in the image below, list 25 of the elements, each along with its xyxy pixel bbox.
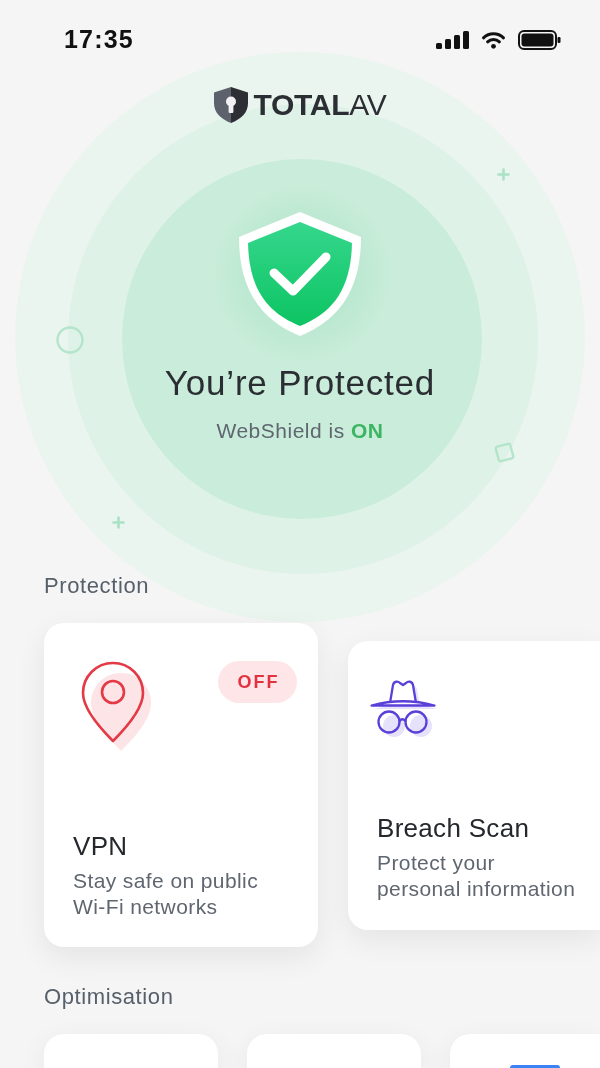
shield-check-icon <box>239 212 361 336</box>
card-description: Protect your personal information <box>377 850 577 902</box>
card-description: Stay safe on public Wi-Fi networks <box>73 868 260 920</box>
card-title: VPN <box>73 831 129 861</box>
status-badge: OFF <box>218 661 297 703</box>
plus-sparkle-icon <box>112 516 125 529</box>
section-heading: Protection <box>44 572 150 600</box>
logo-text: TOTALAV <box>253 89 387 120</box>
feature-card[interactable]: Breach Scan Protect your personal information <box>348 641 600 930</box>
circle-sparkle-icon <box>56 326 84 354</box>
signal-icon <box>436 31 469 49</box>
app-icon <box>510 1065 560 1068</box>
square-sparkle-icon <box>493 441 516 464</box>
section-heading: Optimisation <box>44 983 174 1011</box>
webshield-status: WebShield is ON <box>216 418 384 444</box>
feature-card[interactable] <box>450 1034 600 1068</box>
status-title: You’re Protected <box>164 363 436 403</box>
plus-sparkle-icon <box>497 168 510 181</box>
wifi-icon <box>481 31 506 49</box>
card-title: Breach Scan <box>377 813 531 843</box>
status-time: 17:35 <box>64 24 134 56</box>
map-pin-icon <box>81 661 153 753</box>
battery-icon <box>518 30 561 50</box>
logo-shield-icon <box>213 86 248 123</box>
feature-card[interactable]: OFF VPN Stay safe on public Wi-Fi networks <box>44 623 318 947</box>
